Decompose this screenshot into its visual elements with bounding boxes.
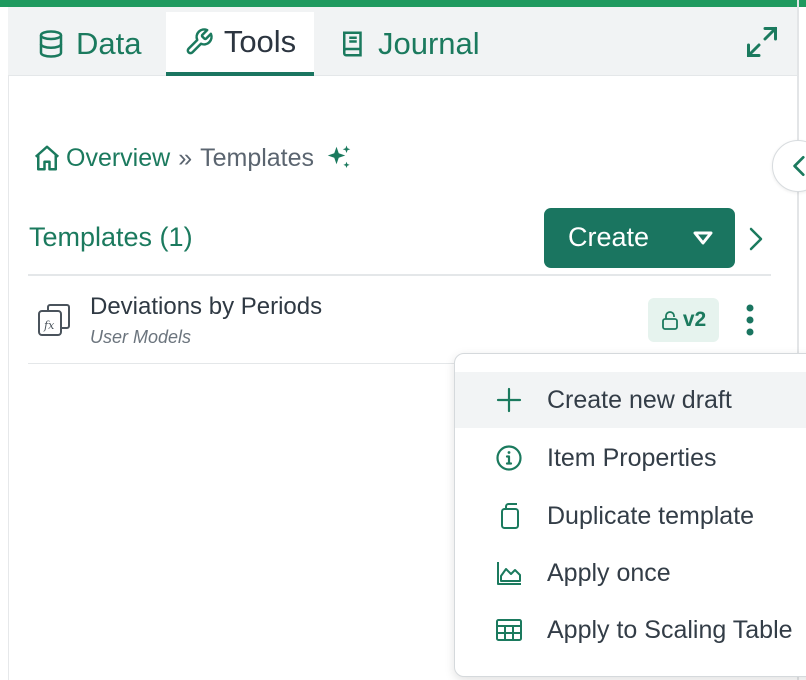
- menu-item-create-new-draft[interactable]: Create new draft: [455, 372, 806, 428]
- tab-journal[interactable]: Journal: [326, 12, 492, 75]
- svg-text:fx: fx: [43, 319, 55, 332]
- tab-journal-label: Journal: [378, 25, 480, 61]
- tab-data-label: Data: [76, 25, 142, 61]
- info-icon: [496, 445, 522, 471]
- menu-item-duplicate-template[interactable]: Duplicate template: [455, 488, 806, 544]
- menu-item-apply-to-scaling-table[interactable]: Apply to Scaling Table: [455, 602, 806, 658]
- create-button-label: Create: [568, 222, 650, 252]
- menu-item-label: Duplicate template: [547, 501, 755, 530]
- chevron-left-icon: [793, 155, 805, 177]
- database-icon: [39, 29, 63, 58]
- tab-bar: Data Tools Journal: [8, 7, 798, 76]
- menu-item-label: Create new draft: [547, 385, 732, 414]
- more-vertical-icon[interactable]: [740, 302, 760, 338]
- menu-item-label: Item Properties: [547, 443, 717, 472]
- table-icon: [496, 619, 522, 641]
- book-icon: [343, 31, 362, 56]
- copy-icon: [501, 503, 519, 529]
- breadcrumb: Overview » Templates: [32, 140, 354, 176]
- tab-tools[interactable]: Tools: [166, 12, 314, 76]
- version-badge[interactable]: v2: [648, 298, 719, 342]
- row-divider: [28, 363, 471, 364]
- home-icon[interactable]: [32, 143, 62, 173]
- version-label: v2: [682, 308, 707, 331]
- formula-icon: fx: [38, 304, 70, 336]
- template-title[interactable]: Deviations by Periods: [90, 293, 322, 321]
- top-accent-stripe: [0, 0, 806, 7]
- tab-data[interactable]: Data: [24, 12, 153, 75]
- menu-item-item-properties[interactable]: Item Properties: [455, 430, 806, 486]
- breadcrumb-separator: »: [178, 143, 193, 172]
- menu-item-apply-once[interactable]: Apply once: [455, 545, 806, 601]
- lock-icon: [661, 311, 678, 330]
- menu-item-label: Apply to Scaling Table: [547, 615, 793, 644]
- tab-tools-label: Tools: [223, 24, 297, 59]
- expand-icon[interactable]: [744, 24, 780, 60]
- breadcrumb-current: Templates: [200, 143, 315, 172]
- menu-item-label: Apply once: [547, 558, 671, 587]
- caret-down-icon[interactable]: [692, 230, 714, 246]
- templates-section-title: Templates (1): [29, 222, 193, 252]
- list-divider: [28, 274, 771, 276]
- create-button[interactable]: Create: [544, 208, 735, 268]
- panel-left-border: [8, 75, 9, 680]
- area-chart-icon: [497, 562, 521, 585]
- breadcrumb-overview-link[interactable]: Overview: [66, 144, 170, 173]
- sparkle-icon[interactable]: [324, 143, 354, 173]
- template-actions-menu: Create new draft Item Properties Duplica…: [454, 353, 806, 677]
- plus-icon: [496, 387, 522, 413]
- chevron-right-icon[interactable]: [744, 225, 768, 253]
- template-subtitle: User Models: [90, 327, 192, 347]
- wrench-icon: [186, 28, 213, 55]
- collapse-panel-button[interactable]: [772, 140, 806, 192]
